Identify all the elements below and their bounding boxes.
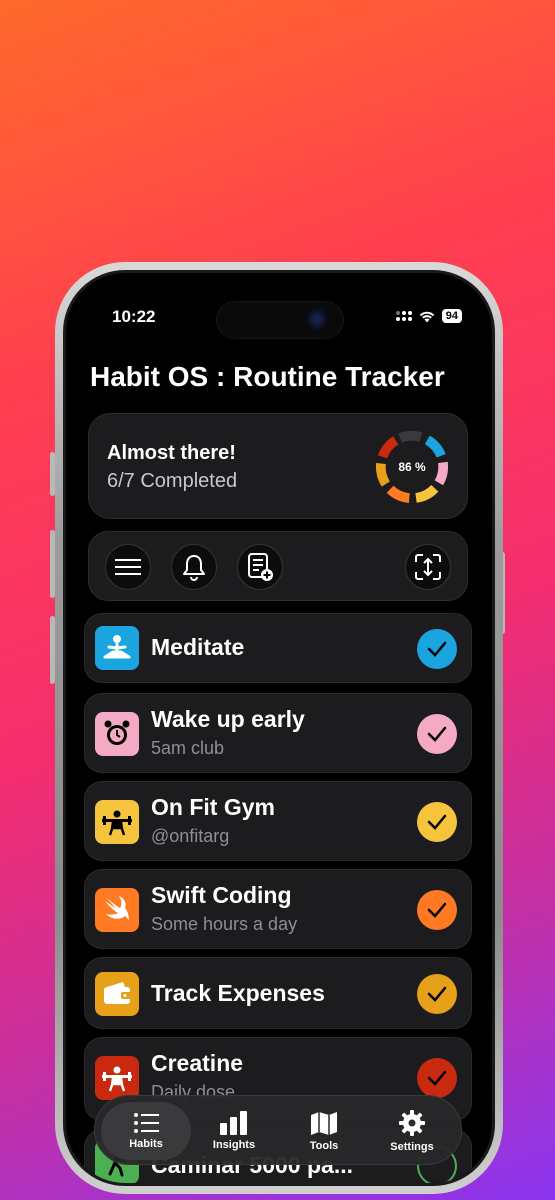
tab-label: Tools <box>309 1140 339 1152</box>
checkmark-icon <box>427 726 447 742</box>
tab-habits[interactable]: Habits <box>101 1102 191 1160</box>
habit-checkbox[interactable] <box>417 890 457 930</box>
bar-chart-icon <box>220 1111 247 1135</box>
wallet-icon <box>95 972 139 1016</box>
status-indicators: 94 <box>395 309 462 323</box>
habit-subtitle: Some hours a day <box>151 914 298 934</box>
habit-subtitle: 5am club <box>151 738 225 758</box>
page-title: Habit OS : Routine Tracker <box>90 361 445 392</box>
status-bar: 10:22 94 <box>66 273 492 339</box>
notifications-button[interactable] <box>171 544 217 590</box>
habit-row-gym[interactable]: On Fit Gym @onfitarg <box>84 781 472 861</box>
phone-frame: 10:22 94 Habit OS : Routine Tracker Almo… <box>55 262 503 1194</box>
signal-icon <box>395 311 412 321</box>
progress-headline: Almost there! <box>107 442 236 464</box>
toolbar <box>88 531 468 601</box>
checkmark-icon <box>427 814 447 830</box>
tab-tools[interactable]: Tools <box>279 1102 369 1160</box>
habit-checkbox[interactable] <box>417 629 457 669</box>
checkmark-icon <box>427 902 447 918</box>
habit-checkbox[interactable] <box>417 802 457 842</box>
checkmark-icon <box>427 641 447 657</box>
battery-indicator: 94 <box>441 309 462 323</box>
add-habit-button[interactable] <box>237 544 283 590</box>
tab-label: Habits <box>129 1138 163 1150</box>
gear-icon <box>399 1110 425 1136</box>
checkmark-icon <box>427 1070 447 1086</box>
meditation-icon <box>95 626 139 670</box>
list-icon <box>134 1113 159 1133</box>
bell-icon <box>183 555 205 581</box>
phone-screen: 10:22 94 Habit OS : Routine Tracker Almo… <box>63 270 495 1186</box>
weightlifter-icon <box>95 1056 139 1100</box>
tab-insights[interactable]: Insights <box>189 1102 279 1160</box>
habit-row-wake-up[interactable]: Wake up early 5am club <box>84 693 472 773</box>
habit-row-expenses[interactable]: Track Expenses <box>84 957 472 1029</box>
hamburger-menu-icon <box>115 559 141 575</box>
habit-name: Track Expenses <box>151 980 325 1006</box>
habit-name: Wake up early <box>151 706 305 732</box>
habit-checkbox[interactable] <box>417 1058 457 1098</box>
habit-checkbox[interactable] <box>417 974 457 1014</box>
habit-row-swift[interactable]: Swift Coding Some hours a day <box>84 869 472 949</box>
progress-card: Almost there! 6/7 Completed 86 % <box>88 413 468 519</box>
weightlifter-icon <box>95 800 139 844</box>
habit-subtitle: @onfitarg <box>151 826 230 846</box>
map-icon <box>311 1112 337 1135</box>
habit-row-meditate[interactable]: Meditate <box>84 613 472 683</box>
menu-button[interactable] <box>105 544 151 590</box>
checkmark-icon <box>427 986 447 1002</box>
tab-bar: Habits Insights Tools Settings <box>94 1095 462 1165</box>
progress-completed: 6/7 Completed <box>107 470 238 492</box>
tab-label: Insights <box>212 1139 256 1151</box>
tab-settings[interactable]: Settings <box>367 1102 457 1160</box>
habit-name: On Fit Gym <box>151 794 275 820</box>
habit-name: Swift Coding <box>151 882 292 908</box>
habit-name: Meditate <box>151 634 245 660</box>
habit-name: Creatine <box>151 1050 244 1076</box>
tab-label: Settings <box>390 1141 434 1153</box>
add-list-icon <box>248 553 273 581</box>
habit-checkbox[interactable] <box>417 714 457 754</box>
swift-logo-icon <box>95 888 139 932</box>
camera-icon <box>306 308 328 330</box>
wifi-icon <box>419 311 434 322</box>
status-time: 10:22 <box>112 307 156 326</box>
alarm-clock-icon <box>95 712 139 756</box>
expand-arrows-icon <box>415 554 441 580</box>
progress-percent: 86 % <box>398 460 426 474</box>
expand-button[interactable] <box>405 544 451 590</box>
